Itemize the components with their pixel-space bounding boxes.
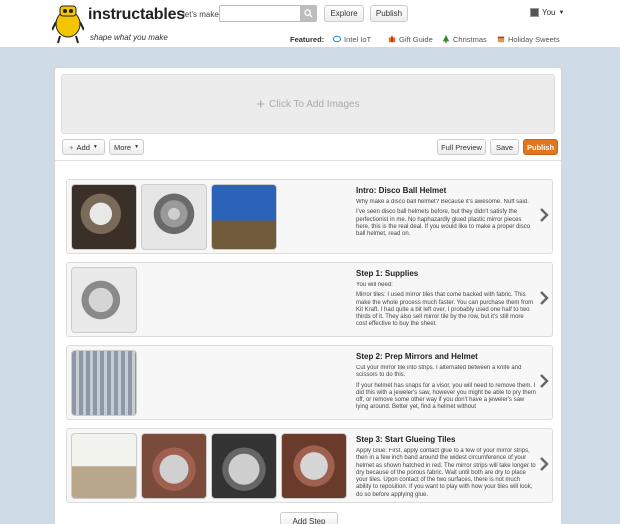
step-card-supplies[interactable]: Step 1: Supplies You will need: Mirror t… [66,262,553,337]
step-image[interactable] [71,350,137,416]
plus-icon: + [69,142,74,152]
chevron-right-icon[interactable] [539,374,549,388]
user-label: You [542,8,556,17]
chevron-right-icon[interactable] [539,208,549,222]
step-description: You will need: Mirror tiles: I used mirr… [356,282,534,328]
search-icon [304,9,313,18]
featured-link-gift-guide[interactable]: Gift Guide [388,33,433,45]
caret-down-icon: ▼ [558,9,565,16]
avatar [530,8,539,17]
step-image[interactable] [71,184,137,250]
sweets-icon [497,36,505,43]
editor-panel: + Click To Add Images + Add ▼ More ▼ Ful… [54,67,562,524]
intel-logo-icon [333,35,341,43]
explore-button[interactable]: Explore [324,5,364,22]
site-tagline: shape what you make [90,33,168,42]
step-image[interactable] [281,433,347,499]
plus-icon: + [256,95,266,113]
instructables-robot-logo[interactable] [52,2,84,44]
divider [55,160,561,161]
full-preview-button[interactable]: Full Preview [437,139,486,155]
search-button[interactable] [300,5,317,22]
step-image[interactable] [211,433,277,499]
featured-link-holiday-sweets[interactable]: Holiday Sweets [497,33,560,45]
featured-label: Featured: [290,34,325,44]
step-card-glueing-tiles[interactable]: Step 3: Start Glueing Tiles Apply Glue: … [66,428,553,503]
step-description: Apply Glue: First, apply contact glue to… [356,448,536,498]
add-button[interactable]: + Add ▼ [62,139,105,155]
chevron-right-icon[interactable] [539,457,549,471]
more-button[interactable]: More ▼ [109,139,144,155]
step-image[interactable] [141,184,207,250]
site-logo-text[interactable]: instructables [88,6,185,24]
publish-button[interactable]: Publish [523,139,558,155]
search-label: let's make [183,10,219,19]
add-images-dropzone[interactable]: + Click To Add Images [61,74,555,134]
chevron-right-icon[interactable] [539,291,549,305]
caret-down-icon: ▼ [92,144,98,150]
step-card-prep-mirrors[interactable]: Step 2: Prep Mirrors and Helmet Cut your… [66,345,553,420]
search-input[interactable] [219,5,301,22]
step-title: Step 3: Start Glueing Tiles [356,435,456,444]
step-image[interactable] [141,433,207,499]
step-title: Step 1: Supplies [356,269,419,278]
step-description: Why make a disco ball helmet? Because it… [356,199,531,238]
dropzone-label: Click To Add Images [269,98,360,110]
step-title: Step 2: Prep Mirrors and Helmet [356,352,478,361]
step-card-intro[interactable]: Intro: Disco Ball Helmet Why make a disc… [66,179,553,254]
step-image[interactable] [211,184,277,250]
step-title: Intro: Disco Ball Helmet [356,186,447,195]
header-publish-button[interactable]: Publish [370,5,408,22]
featured-link-intel-iot[interactable]: Intel IoT [333,33,371,45]
gift-icon [388,35,396,43]
user-menu[interactable]: You ▼ [530,8,564,17]
step-description: Cut your mirror tile into strips. I alte… [356,365,536,411]
step-image[interactable] [71,433,137,499]
save-button[interactable]: Save [490,139,519,155]
step-image[interactable] [71,267,137,333]
featured-link-christmas[interactable]: Christmas [442,33,487,45]
caret-down-icon: ▼ [134,144,140,150]
tree-icon [442,35,450,43]
site-header: instructables shape what you make let's … [0,0,620,48]
add-step-button[interactable]: Add Step [280,512,338,524]
